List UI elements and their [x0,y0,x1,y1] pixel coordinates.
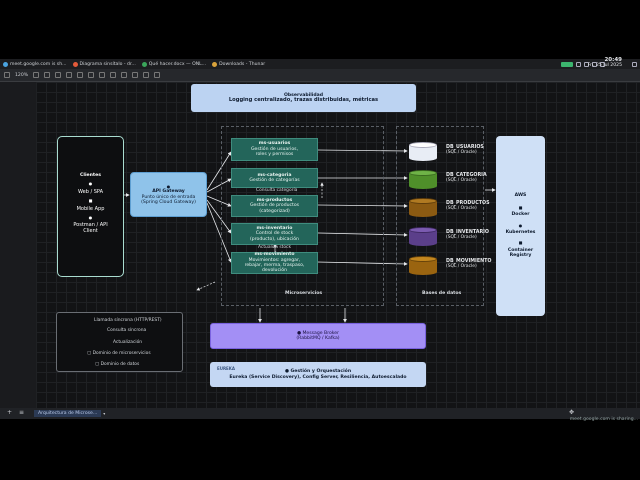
cyl-bottom [409,269,437,275]
cyl-top [409,142,437,148]
service-desc: (categorizad) [259,208,290,214]
service-desc: rebajar, merma, traspaso, devolución [244,263,305,274]
db-productos-cylinder[interactable] [409,198,437,217]
cyl-top [409,198,437,204]
page-tab-architecture[interactable]: Arquitectura de Microse... [34,410,102,417]
aws-box[interactable]: AWS ■ Docker ● Kubernetes ■ Container Re… [496,136,545,316]
service-categoria[interactable]: ms-categoria Gestión de categorías [231,168,318,188]
db-inventario-label: DB_INVENTARIO (SQL / Oracle) [446,230,490,241]
legend-update: Actualización [113,340,143,345]
clients-title: Clientes [80,173,101,178]
registry-icon: ■ [518,240,523,246]
api-gateway-box[interactable]: ● API Gateway Punto único de entrada (Sp… [130,172,207,217]
pages-menu-icon[interactable]: ≡ [19,409,24,416]
db-movimiento-cylinder[interactable] [409,256,437,275]
db-categoria-label: DB_CATEGORIA (SQL / Oracle) [446,173,487,184]
web-icon: ● [88,181,93,187]
edge-gateway-broker [196,281,216,291]
legend-sync: Llamada síncrona (HTTP/REST) [94,318,162,323]
clients-item-postman: Postman / API Client [73,222,108,234]
db-categoria-cylinder[interactable] [409,170,437,189]
screenshare-indicator-icon[interactable]: ✥ [569,409,574,416]
observability-box[interactable]: Observabilidad Logging centralizado, tra… [191,84,416,112]
service-movimiento[interactable]: ms-movimiento Movimientos: agregar, reba… [231,252,318,274]
orchestration-tag: EUREKA [217,366,235,371]
db-usuarios-cylinder[interactable] [409,142,437,161]
service-desc: (producto), ubicación [250,236,299,242]
edge-label-actualiza: Actualiza stock [258,245,292,250]
gateway-line2: (Spring Cloud Gateway) [141,199,196,205]
observability-subtitle: Logging centralizado, trazas distribuida… [228,97,379,103]
clients-item-web: Web / SPA [77,188,104,195]
kubernetes-icon: ● [518,222,523,228]
clients-box[interactable]: Clientes ● Web / SPA ■ Mobile App ● Post… [57,136,124,277]
aws-docker: Docker [511,212,530,218]
message-broker-box[interactable]: ● Message Broker (RabbitMQ / Kafka) [210,323,426,349]
service-inventario[interactable]: ms-inventario Control de stock (producto… [231,223,318,245]
docker-icon: ■ [518,204,523,210]
page-tab-dropdown-icon[interactable]: ▾ [103,411,105,416]
page-tabs-bar: + ≡ Arquitectura de Microse... ▾ ✥ [0,408,640,419]
aws-kubernetes: Kubernetes [505,230,536,235]
screenshare-hint: meet.google.com is sharing... [569,417,638,422]
cyl-bottom [409,183,437,189]
db-usuarios-label: DB_USUARIOS (SQL / Oracle) [446,145,484,156]
db-square-icon: ▢ [95,362,100,367]
service-usuarios[interactable]: ms-usuarios Gestión de usuarios, roles y… [231,138,318,161]
orchestration-box[interactable]: EUREKA ● Gestión y Orquestación Eureka (… [210,362,426,387]
service-desc: roles y permisos [255,152,294,158]
dashed-square-icon: ▢ [87,351,92,356]
db-movimiento-label: DB_MOVIMIENTO (SQL / Oracle) [446,259,492,270]
postman-icon: ● [88,215,93,221]
legend-query: Consulta síncrona [107,328,147,333]
db-productos-label: DB_PRODUCTOS (SQL / Oracle) [446,201,490,212]
mobile-icon: ■ [88,198,93,204]
broker-icon: ● [296,330,301,336]
databases-region-label: Bases de datos [422,291,462,296]
db-inventario-cylinder[interactable] [409,227,437,246]
service-productos[interactable]: ms-productos Gestión de productos (categ… [231,195,318,217]
clients-item-mobile: Mobile App [76,205,105,212]
cyl-top [409,256,437,262]
cyl-top [409,227,437,233]
cyl-bottom [409,211,437,217]
legend-data-domain: ▢ Dominio de datos [95,362,140,367]
add-page-icon[interactable]: + [7,409,12,416]
gear-icon: ● [284,369,289,375]
service-desc: Gestión de categorías [249,178,300,183]
aws-registry: Container Registry [507,247,534,259]
microservices-region-label: Microservicios [285,291,323,296]
screen: meet.google.com is sh... Diagrama sinsít… [0,0,640,480]
cyl-bottom [409,155,437,161]
broker-subtitle: (RabbitMQ / Kafka) [296,336,340,341]
orchestration-subtitle: Eureka (Service Discovery), Config Serve… [229,374,407,380]
cyl-bottom [409,240,437,246]
cyl-top [409,170,437,176]
legend-micro-domain: ▢ Dominio de microservicios [87,351,151,356]
aws-title: AWS [514,193,527,199]
edge-label-consulta: Consulta categoría [256,188,298,193]
